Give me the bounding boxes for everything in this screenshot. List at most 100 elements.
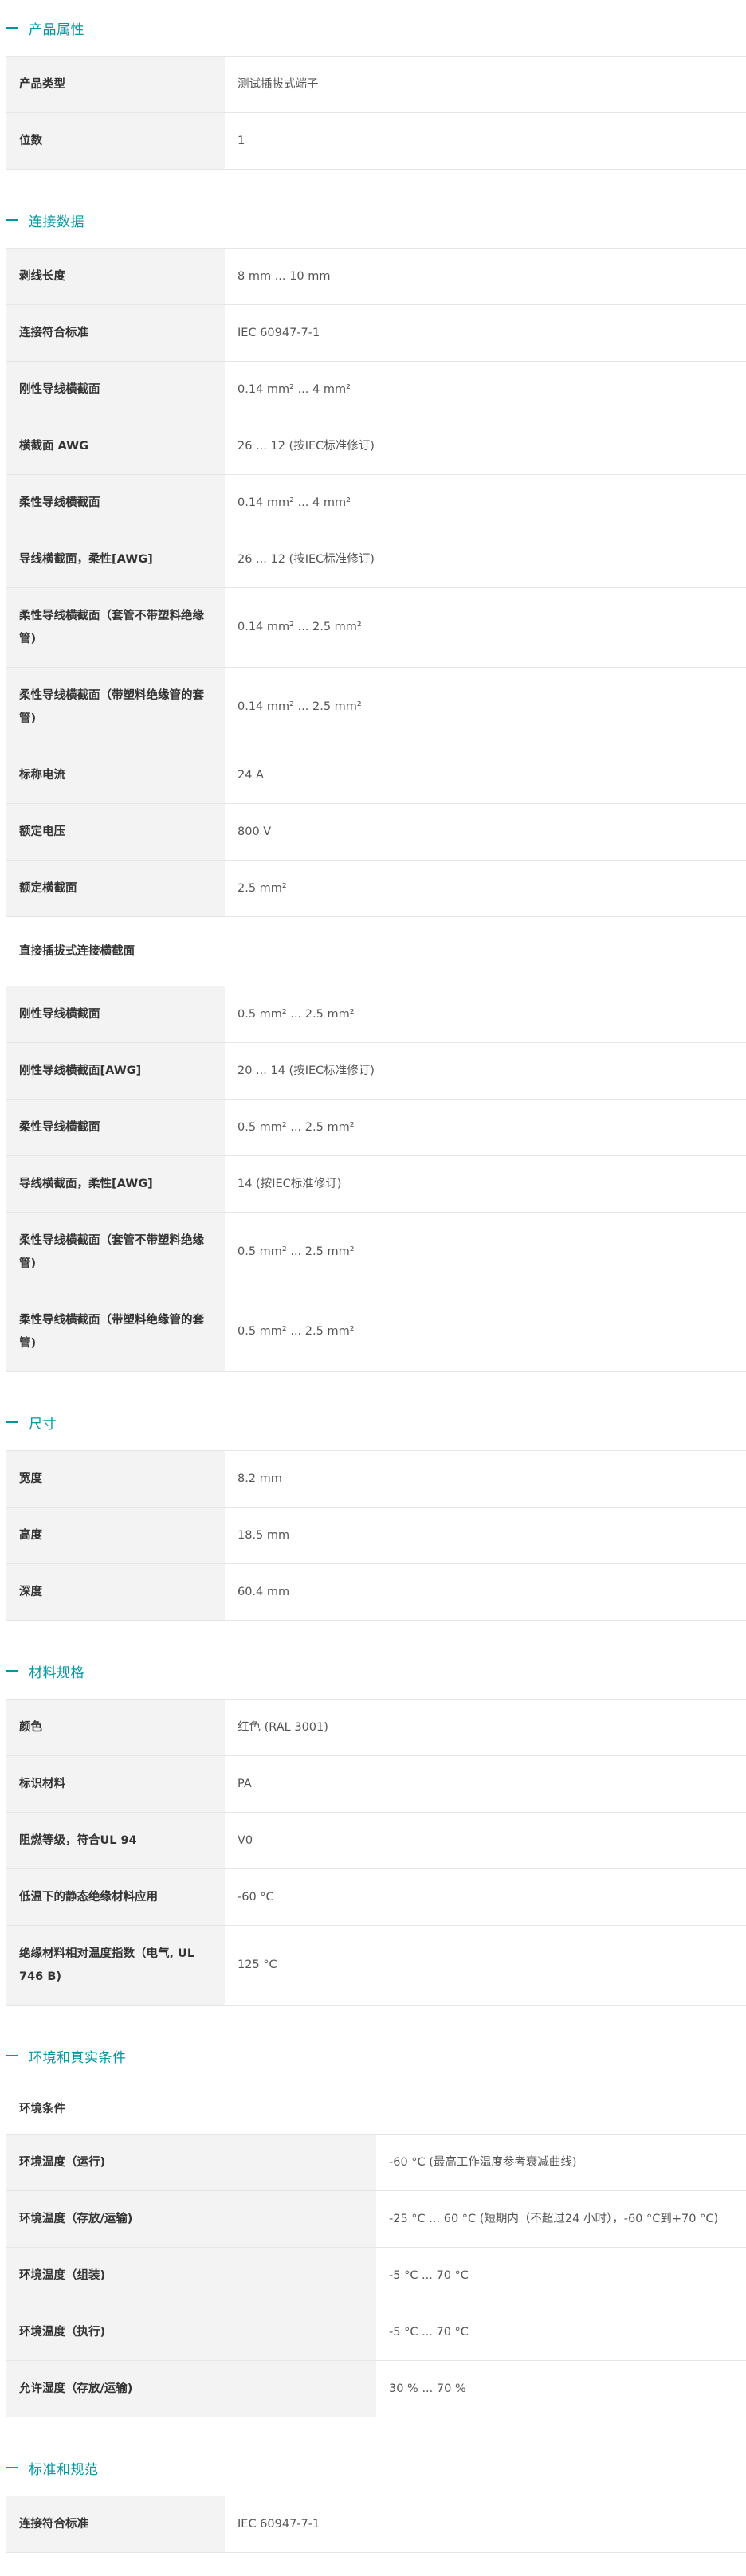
row-value: 0.5 mm² ... 2.5 mm²	[225, 1099, 746, 1156]
row-label: 导线横截面，柔性[AWG]	[6, 531, 225, 588]
row-label: 柔性导线横截面	[6, 1099, 225, 1156]
row-label: 柔性导线横截面（带塑料绝缘管的套管)	[6, 1292, 225, 1372]
row-label: 刚性导线横截面	[6, 361, 225, 418]
row-label: 柔性导线横截面（套管不带塑料绝缘管)	[6, 587, 225, 668]
table-row: 产品类型 测试插拔式端子	[6, 56, 746, 113]
minus-icon[interactable]	[6, 1421, 18, 1423]
row-label: 连接符合标准	[6, 304, 225, 362]
material-table: 颜色 红色 (RAL 3001) 标识材料 PA 阻燃等级，符合UL 94 V0…	[6, 1699, 746, 2006]
subsection-title: 环境条件	[6, 2084, 746, 2135]
row-value: -5 °C ... 70 °C	[376, 2247, 746, 2304]
subsection-title: 直接插拔式连接横截面	[6, 916, 746, 986]
row-value: 26 ... 12 (按IEC标准修订)	[225, 418, 746, 475]
row-label: 刚性导线横截面	[6, 986, 225, 1043]
row-value: 测试插拔式端子	[225, 56, 746, 113]
table-row: 连接符合标准 IEC 60947-7-1	[6, 304, 746, 362]
table-row: 导线横截面，柔性[AWG] 14 (按IEC标准修订)	[6, 1155, 746, 1213]
row-value: 8 mm ... 10 mm	[225, 248, 746, 305]
section-header-standards[interactable]: 标准和规范	[0, 2440, 746, 2496]
table-row: 刚性导线横截面 0.5 mm² ... 2.5 mm²	[6, 986, 746, 1043]
table-row: 额定电压 800 V	[6, 803, 746, 861]
minus-icon[interactable]	[6, 2055, 18, 2056]
row-label: 环境温度（组装)	[6, 2247, 376, 2304]
row-label: 允许湿度（存放/运输)	[6, 2360, 376, 2417]
table-row: 环境温度（运行) -60 °C (最高工作温度参考衰减曲线)	[6, 2134, 746, 2191]
table-row: 刚性导线横截面[AWG] 20 ... 14 (按IEC标准修订)	[6, 1042, 746, 1100]
section-title: 连接数据	[29, 214, 84, 230]
section-title: 标准和规范	[29, 2461, 99, 2478]
row-label: 环境温度（运行)	[6, 2134, 376, 2191]
table-row: 剥线长度 8 mm ... 10 mm	[6, 248, 746, 305]
row-label: 柔性导线横截面	[6, 474, 225, 531]
table-row: 阻燃等级，符合UL 94 V0	[6, 1812, 746, 1869]
row-value: 24 A	[225, 747, 746, 804]
row-label: 低温下的静态绝缘材料应用	[6, 1868, 225, 1926]
row-value: IEC 60947-7-1	[225, 304, 746, 362]
minus-icon[interactable]	[6, 219, 18, 221]
row-value: 0.5 mm² ... 2.5 mm²	[225, 1292, 746, 1372]
section-title: 产品属性	[29, 22, 84, 38]
row-value: 红色 (RAL 3001)	[225, 1699, 746, 1756]
section-title: 材料规格	[29, 1664, 84, 1681]
section-header-dimensions[interactable]: 尺寸	[0, 1394, 746, 1450]
row-label: 产品类型	[6, 56, 225, 113]
row-value: -25 °C ... 60 °C (短期内（不超过24 小时），-60 °C到+…	[376, 2190, 746, 2248]
row-label: 环境温度（存放/运输)	[6, 2190, 376, 2248]
row-label: 深度	[6, 1563, 225, 1621]
row-label: 绝缘材料相对温度指数（电气, UL 746 B)	[6, 1925, 225, 2006]
row-value: PA	[225, 1755, 746, 1813]
minus-icon[interactable]	[6, 27, 18, 29]
table-row: 环境温度（执行) -5 °C ... 70 °C	[6, 2304, 746, 2361]
dimensions-table: 宽度 8.2 mm 高度 18.5 mm 深度 60.4 mm	[6, 1450, 746, 1621]
row-label: 横截面 AWG	[6, 418, 225, 475]
section-header-environment[interactable]: 环境和真实条件	[0, 2028, 746, 2084]
table-row: 柔性导线横截面 0.5 mm² ... 2.5 mm²	[6, 1099, 746, 1156]
subsection-row: 环境条件	[6, 2084, 746, 2135]
product-table: 产品类型 测试插拔式端子 位数 1	[6, 56, 746, 170]
table-row: 额定横截面 2.5 mm²	[6, 860, 746, 917]
table-row: 柔性导线横截面（带塑料绝缘管的套管) 0.5 mm² ... 2.5 mm²	[6, 1292, 746, 1372]
minus-icon[interactable]	[6, 2467, 18, 2468]
minus-icon[interactable]	[6, 1670, 18, 1672]
row-value: -60 °C	[225, 1868, 746, 1926]
row-value: -60 °C (最高工作温度参考衰减曲线)	[376, 2134, 746, 2191]
row-value: 26 ... 12 (按IEC标准修订)	[225, 531, 746, 588]
section-header-connection[interactable]: 连接数据	[0, 192, 746, 248]
row-value: 0.14 mm² ... 2.5 mm²	[225, 667, 746, 747]
table-row: 柔性导线横截面 0.14 mm² ... 4 mm²	[6, 474, 746, 531]
table-row: 环境温度（存放/运输) -25 °C ... 60 °C (短期内（不超过24 …	[6, 2190, 746, 2248]
row-label: 柔性导线横截面（套管不带塑料绝缘管)	[6, 1212, 225, 1292]
table-row: 柔性导线横截面（带塑料绝缘管的套管) 0.14 mm² ... 2.5 mm²	[6, 667, 746, 747]
row-label: 剥线长度	[6, 248, 225, 305]
section-header-material[interactable]: 材料规格	[0, 1643, 746, 1699]
table-row: 颜色 红色 (RAL 3001)	[6, 1699, 746, 1756]
table-row: 低温下的静态绝缘材料应用 -60 °C	[6, 1868, 746, 1926]
table-row: 标识材料 PA	[6, 1755, 746, 1813]
section-header-product[interactable]: 产品属性	[0, 0, 746, 56]
row-value: -5 °C ... 70 °C	[376, 2304, 746, 2361]
row-label: 导线横截面，柔性[AWG]	[6, 1155, 225, 1213]
row-label: 高度	[6, 1507, 225, 1564]
table-row: 高度 18.5 mm	[6, 1507, 746, 1564]
spec-page: 产品属性 产品类型 测试插拔式端子 位数 1 连接数据 剥线长度 8 mm ..…	[0, 0, 746, 2566]
row-label: 环境温度（执行)	[6, 2304, 376, 2361]
table-row: 标称电流 24 A	[6, 747, 746, 804]
row-value: 60.4 mm	[225, 1563, 746, 1621]
row-label: 柔性导线横截面（带塑料绝缘管的套管)	[6, 667, 225, 747]
table-row: 刚性导线横截面 0.14 mm² ... 4 mm²	[6, 361, 746, 418]
row-value: 2.5 mm²	[225, 860, 746, 917]
row-value: IEC 60947-7-1	[225, 2496, 746, 2553]
row-value: 30 % ... 70 %	[376, 2360, 746, 2417]
table-row: 环境温度（组装) -5 °C ... 70 °C	[6, 2247, 746, 2304]
table-row: 宽度 8.2 mm	[6, 1450, 746, 1508]
table-row: 位数 1	[6, 112, 746, 170]
row-value: 14 (按IEC标准修订)	[225, 1155, 746, 1213]
row-label: 宽度	[6, 1450, 225, 1508]
row-value: V0	[225, 1812, 746, 1869]
table-row: 导线横截面，柔性[AWG] 26 ... 12 (按IEC标准修订)	[6, 531, 746, 588]
row-label: 位数	[6, 112, 225, 170]
table-row: 柔性导线横截面（套管不带塑料绝缘管) 0.14 mm² ... 2.5 mm²	[6, 587, 746, 668]
row-value: 0.14 mm² ... 2.5 mm²	[225, 587, 746, 668]
standards-table: 连接符合标准 IEC 60947-7-1	[6, 2496, 746, 2553]
row-value: 0.14 mm² ... 4 mm²	[225, 474, 746, 531]
